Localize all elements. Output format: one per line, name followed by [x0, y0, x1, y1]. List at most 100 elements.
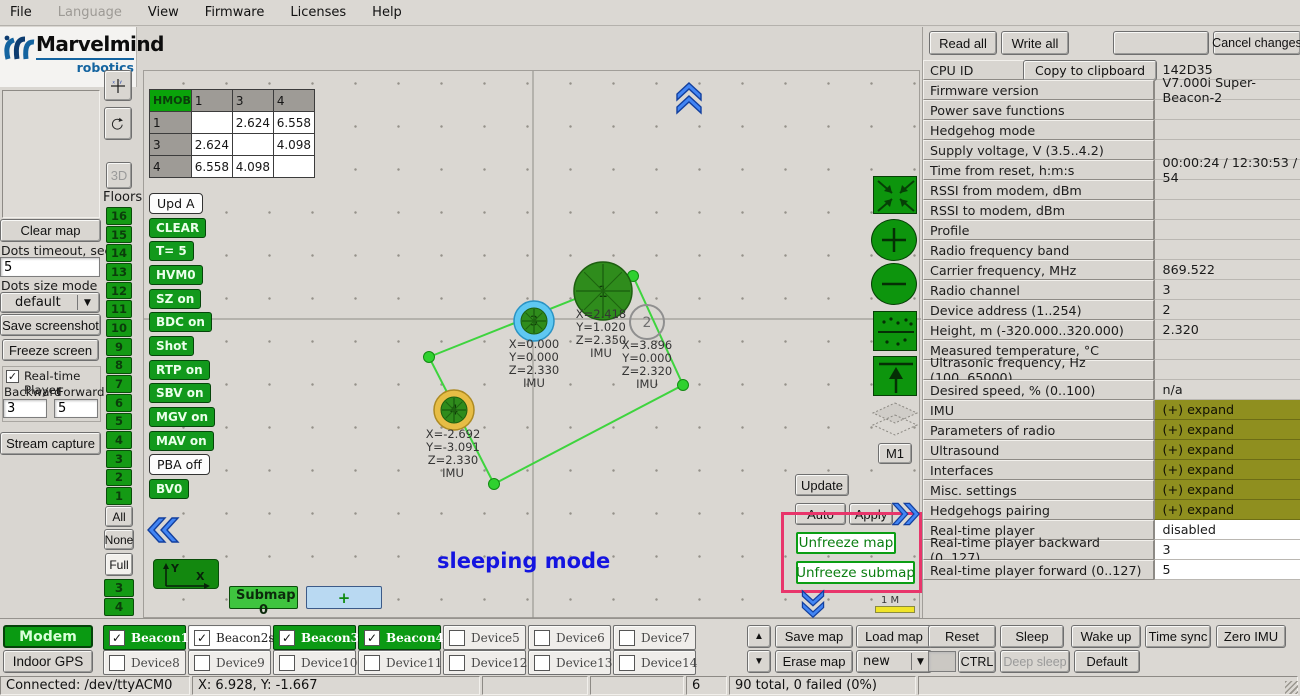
stream-capture-button[interactable]: Stream capture	[0, 432, 101, 455]
device-checkbox[interactable]	[534, 630, 550, 646]
parameter-expand-cell[interactable]: (+) expand	[1154, 440, 1300, 460]
scroll-right-chevron-icon[interactable]	[892, 499, 920, 529]
device-checkbox[interactable]	[279, 655, 295, 671]
distance-cell[interactable]: 4.098	[273, 134, 314, 156]
fit-view-button[interactable]	[873, 176, 917, 214]
cmd-button-hvm0[interactable]: HVM0	[149, 265, 203, 285]
floor-button-11[interactable]: 11	[106, 300, 132, 318]
device-checkbox[interactable]: ✓	[364, 630, 380, 646]
floor-button-4[interactable]: 4	[106, 431, 132, 449]
dots-timeout-input[interactable]	[0, 257, 100, 277]
device-cell-device11[interactable]: Device11	[358, 650, 441, 675]
crosshair-tool-button[interactable]: xy	[104, 70, 132, 101]
device-checkbox[interactable]	[619, 630, 635, 646]
floors-none-button[interactable]: None	[104, 529, 134, 550]
device-cell-device13[interactable]: Device13	[528, 650, 611, 675]
ctrl-indicator[interactable]	[928, 651, 956, 672]
device-cell-beacon1[interactable]: ✓Beacon1	[103, 625, 186, 650]
cmd-button-bdc-on[interactable]: BDC on	[149, 312, 212, 332]
distance-cell[interactable]	[191, 112, 232, 134]
cmd-button-shot[interactable]: Shot	[149, 336, 194, 356]
distance-cell[interactable]: 4.098	[232, 156, 273, 178]
ctrl-button[interactable]: CTRL	[958, 650, 996, 673]
distance-cell[interactable]	[232, 134, 273, 156]
device-checkbox[interactable]: ✓	[279, 630, 295, 646]
cancel-changes-button[interactable]: Cancel changes	[1213, 31, 1300, 55]
zero-imu-button[interactable]: Zero IMU	[1216, 625, 1286, 648]
map-area[interactable]: 1X=2.418Y=1.020Z=2.350IMU2X=3.896Y=0.000…	[143, 70, 920, 618]
chevron-down-icon[interactable]: ▼	[911, 653, 929, 670]
cmd-button-t-5[interactable]: T= 5	[149, 241, 194, 261]
device-cell-device9[interactable]: Device9	[188, 650, 271, 675]
layers-button[interactable]	[869, 401, 921, 439]
dots-size-select[interactable]: default ▼	[0, 292, 100, 313]
device-checkbox[interactable]	[364, 655, 380, 671]
distance-cell[interactable]: 2.624	[191, 134, 232, 156]
floor-button-10[interactable]: 10	[106, 319, 132, 337]
parameter-expand-cell[interactable]: (+) expand	[1154, 400, 1300, 420]
device-cell-device8[interactable]: Device8	[103, 650, 186, 675]
floor-button-7[interactable]: 7	[106, 375, 132, 393]
default-button[interactable]: Default	[1074, 650, 1140, 673]
save-screenshot-button[interactable]: Save screenshot	[0, 314, 101, 336]
floor-button-12[interactable]: 12	[106, 282, 132, 300]
read-all-button[interactable]: Read all	[929, 31, 997, 55]
wake-up-button[interactable]: Wake up	[1071, 625, 1141, 648]
view-3d-button[interactable]: 3D	[106, 162, 132, 189]
menu-item-view[interactable]: View	[148, 5, 179, 20]
rotate-tool-button[interactable]	[104, 107, 132, 140]
floors-all-button[interactable]: All	[105, 506, 133, 527]
floor-button-16[interactable]: 16	[106, 207, 132, 225]
scroll-down-chevron-icon[interactable]	[799, 589, 827, 619]
device-cell-beacon2s[interactable]: ✓Beacon2s	[188, 625, 271, 650]
menu-item-firmware[interactable]: Firmware	[205, 5, 265, 20]
device-checkbox[interactable]: ✓	[109, 630, 125, 646]
parameter-expand-cell[interactable]: (+) expand	[1154, 460, 1300, 480]
zoom-out-button[interactable]	[871, 263, 917, 305]
floor-button-15[interactable]: 15	[106, 226, 132, 244]
cmd-button-pba-off[interactable]: PBA off	[149, 454, 210, 475]
device-cell-device10[interactable]: Device10	[273, 650, 356, 675]
distance-cell[interactable]: 6.558	[191, 156, 232, 178]
floor-button-13[interactable]: 13	[106, 263, 132, 281]
device-cell-device12[interactable]: Device12	[443, 650, 526, 675]
device-scroll-down-button[interactable]: ▼	[747, 650, 771, 673]
menu-item-file[interactable]: File	[10, 5, 32, 20]
floors-full-button[interactable]: Full	[105, 553, 133, 576]
map-beacon-1[interactable]: 1	[574, 262, 632, 320]
scroll-up-chevron-icon[interactable]	[675, 81, 703, 115]
floor-button-3[interactable]: 3	[106, 450, 132, 468]
menu-item-help[interactable]: Help	[372, 5, 402, 20]
selected-floor-4[interactable]: 4	[104, 598, 134, 616]
zoom-in-button[interactable]	[871, 219, 917, 261]
blank-button[interactable]	[1113, 31, 1209, 55]
dots-view-button[interactable]	[873, 311, 917, 351]
cmd-button-bv0[interactable]: BV0	[149, 479, 189, 499]
floor-button-14[interactable]: 14	[106, 244, 132, 262]
device-checkbox[interactable]: ✓	[194, 630, 210, 646]
copy-to-clipboard-button[interactable]: Copy to clipboard	[1023, 60, 1157, 81]
modem-button[interactable]: Modem	[3, 625, 93, 648]
unfreeze-submap-button[interactable]: Unfreeze submap	[796, 561, 915, 584]
device-checkbox[interactable]	[194, 655, 210, 671]
cmd-button-mav-on[interactable]: MAV on	[149, 431, 214, 451]
parameter-expand-cell[interactable]: (+) expand	[1154, 420, 1300, 440]
m1-button[interactable]: M1	[878, 443, 912, 464]
floor-button-5[interactable]: 5	[106, 413, 132, 431]
map-beacon-2[interactable]: 2	[630, 305, 664, 339]
clear-map-button[interactable]: Clear map	[0, 219, 101, 242]
floor-button-6[interactable]: 6	[106, 394, 132, 412]
device-cell-beacon3[interactable]: ✓Beacon3	[273, 625, 356, 650]
distance-cell[interactable]: 6.558	[273, 112, 314, 134]
cmd-button-clear[interactable]: CLEAR	[149, 218, 206, 238]
device-cell-beacon4[interactable]: ✓Beacon4	[358, 625, 441, 650]
device-checkbox[interactable]	[449, 655, 465, 671]
add-submap-button[interactable]: +	[306, 586, 382, 609]
erase-map-button[interactable]: Erase map	[775, 650, 853, 673]
distance-cell[interactable]	[273, 156, 314, 178]
parameter-expand-cell[interactable]: (+) expand	[1154, 500, 1300, 520]
chevron-down-icon[interactable]: ▼	[77, 295, 97, 310]
map-beacon-3[interactable]: 3	[514, 301, 554, 341]
menu-item-licenses[interactable]: Licenses	[290, 5, 346, 20]
update-button[interactable]: Update	[795, 474, 849, 496]
